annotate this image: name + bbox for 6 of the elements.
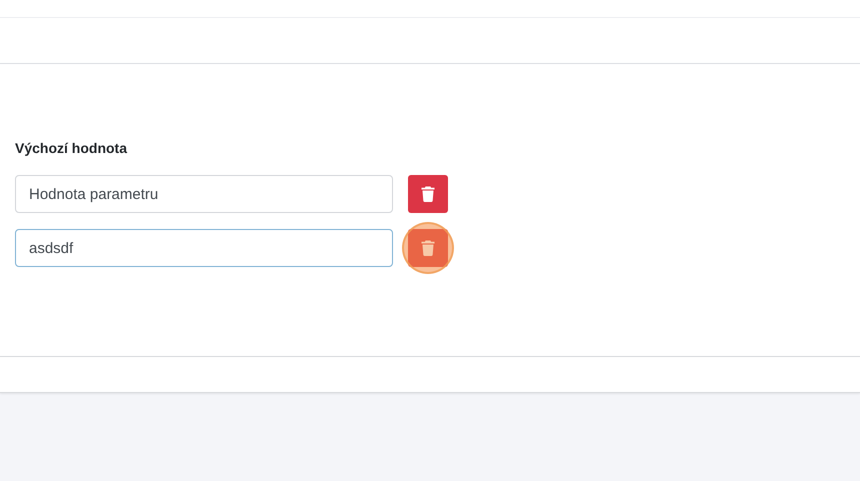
trash-icon <box>421 186 435 202</box>
value-field[interactable]: Hodnota parametru <box>15 175 393 213</box>
field-label: Výchozí hodnota <box>15 139 128 158</box>
trash-icon <box>421 240 435 256</box>
value-field[interactable]: asdsdf <box>15 229 393 267</box>
delete-button[interactable] <box>408 175 448 213</box>
